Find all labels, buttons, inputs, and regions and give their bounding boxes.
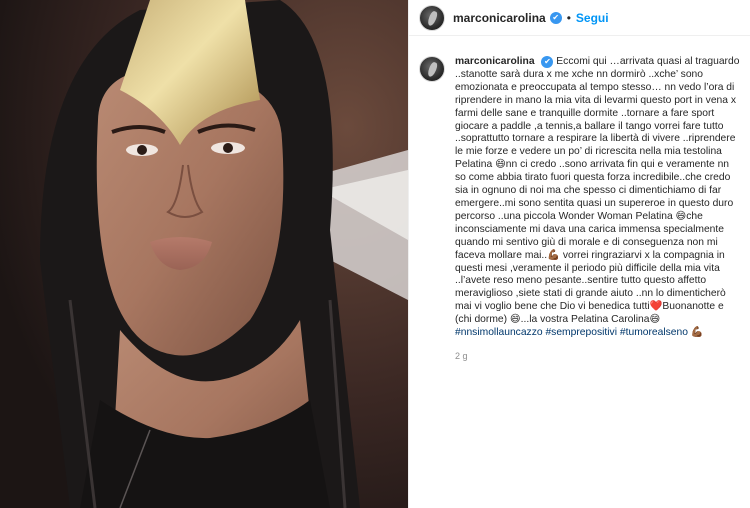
caption-body: marconicarolina ✔ Eccomi qui …arrivata q… [455,56,741,361]
verified-badge-icon: ✔ [549,11,562,24]
avatar-icon[interactable] [419,56,445,82]
caption-text: marconicarolina ✔ Eccomi qui …arrivata q… [455,56,741,340]
caption-username[interactable]: marconicarolina [455,56,535,67]
hashtag-link[interactable]: #semprepositivi [545,327,617,338]
hashtag-link[interactable]: #nnsimollauncazzo [455,327,543,338]
follow-button[interactable]: Segui [576,11,609,25]
instagram-post: marconicarolina ✔ • Segui marconicarolin… [0,0,750,508]
verified-badge-icon: ✔ [541,56,554,68]
post-header: marconicarolina ✔ • Segui [409,0,750,36]
hashtag-link[interactable]: #tumorealseno [620,327,688,338]
header-username[interactable]: marconicarolina [453,11,546,25]
header-separator: • [566,10,571,25]
post-sidebar: marconicarolina ✔ • Segui marconicarolin… [408,0,750,508]
trailing-emoji: 💪🏾 [690,327,704,339]
post-photo[interactable] [0,0,408,508]
caption-block: marconicarolina ✔ Eccomi qui …arrivata q… [409,36,750,361]
avatar-icon[interactable] [419,4,445,31]
selfie-image [0,0,408,508]
post-timestamp[interactable]: 2 g [455,351,741,361]
caption-message: Eccomi qui …arrivata quasi al traguardo … [455,56,740,326]
